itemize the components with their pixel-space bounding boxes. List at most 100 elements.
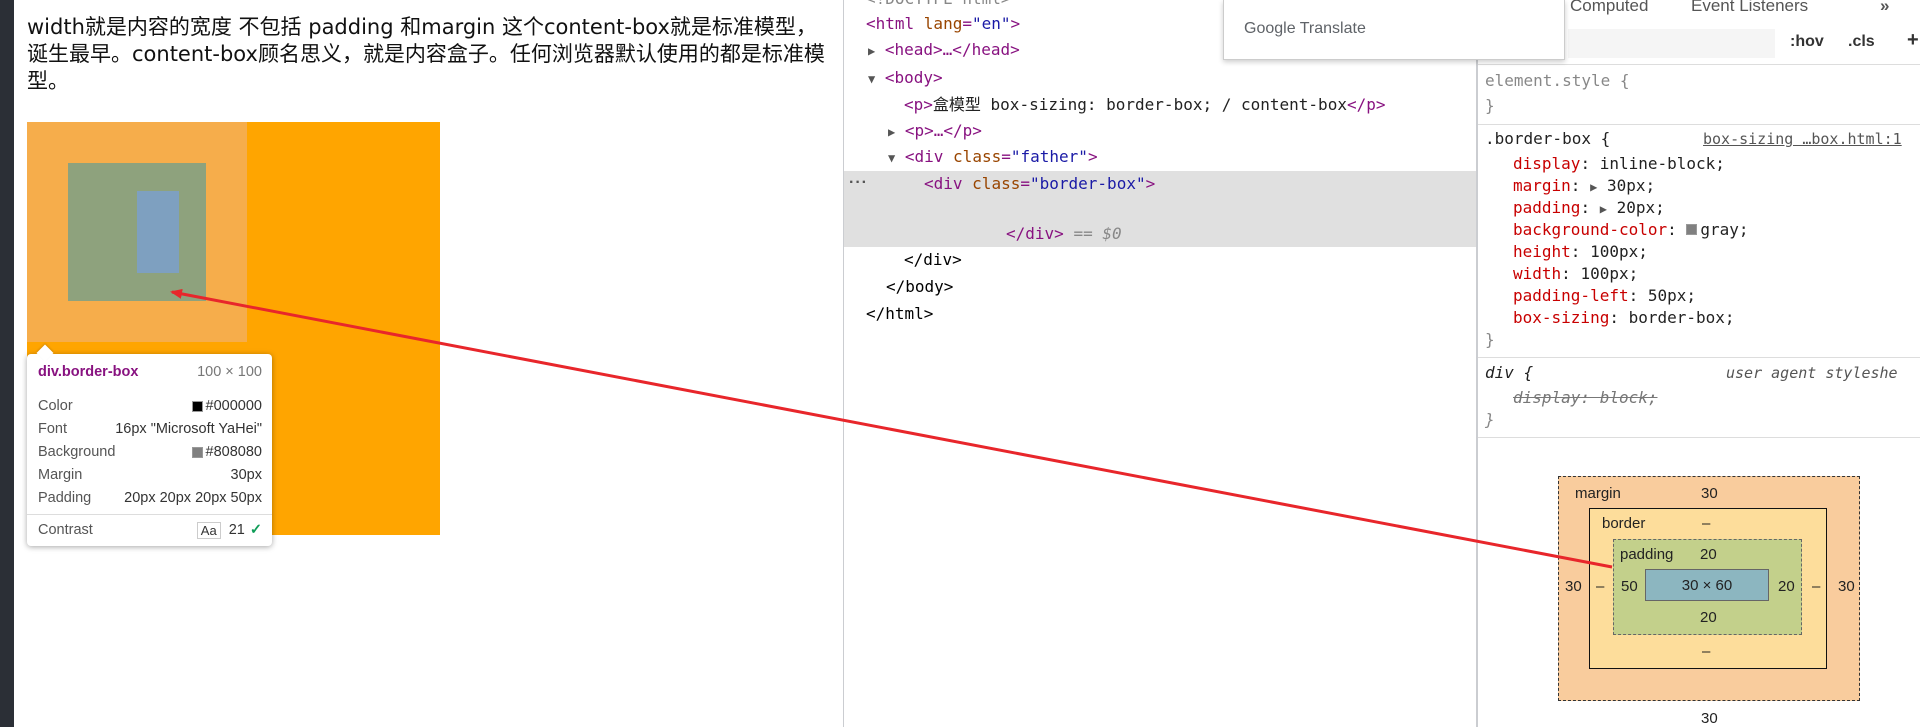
border-top-value[interactable]: –: [1702, 515, 1710, 532]
new-rule-button[interactable]: +: [1907, 29, 1919, 52]
doctype-node[interactable]: <!DOCTYPE html>: [866, 0, 1011, 10]
border-box-node[interactable]: <div class="border-box">: [924, 173, 1155, 195]
translate-label: Google Translate: [1244, 20, 1366, 37]
collapse-triangle-icon[interactable]: ▼: [868, 72, 875, 86]
rendered-page: width就是内容的宽度 不包括 padding 和margin 这个conte…: [14, 0, 843, 727]
padding-right-value[interactable]: 20: [1778, 578, 1795, 595]
ua-source: user agent styleshe: [1726, 364, 1898, 382]
decl-padding[interactable]: padding: ▶ 20px;: [1513, 197, 1665, 219]
tooltip-label: Color: [38, 398, 73, 414]
color-swatch: [191, 400, 203, 412]
tooltip-divider: [27, 514, 272, 515]
google-translate-popup[interactable]: Google Translate: [1223, 0, 1565, 60]
box-model-padding[interactable]: padding 20 20 50 20 30 × 60: [1613, 539, 1802, 635]
rule-divider: [1478, 437, 1920, 438]
body-tag: <body>: [884, 68, 943, 87]
prop-value: border-box;: [1628, 308, 1735, 327]
margin-label: margin: [1575, 485, 1621, 502]
element-style-selector[interactable]: element.style {: [1485, 70, 1630, 92]
decl-background-color[interactable]: background-color: gray;: [1513, 219, 1749, 241]
cls-button[interactable]: .cls: [1848, 33, 1875, 51]
father-class: father: [1020, 147, 1079, 166]
tooltip-row-background: Background #808080: [38, 442, 262, 462]
prop-value: 50px;: [1647, 286, 1697, 305]
tooltip-value: 16px "Microsoft YaHei": [115, 421, 262, 437]
body-close[interactable]: </body>: [886, 276, 953, 298]
head-tag: <head>…</head>: [884, 40, 1020, 59]
more-tabs-icon[interactable]: »: [1880, 0, 1889, 16]
margin-left-value[interactable]: 30: [1565, 578, 1582, 595]
tooltip-row-contrast: Contrast Aa 21 ✓: [38, 520, 262, 540]
content-size: 30 × 60: [1681, 576, 1733, 594]
padding-left-value[interactable]: 50: [1621, 578, 1638, 595]
margin-top-value[interactable]: 30: [1701, 485, 1718, 502]
border-box-selector[interactable]: .border-box {: [1485, 128, 1610, 150]
margin-right-value[interactable]: 30: [1838, 578, 1855, 595]
father-close[interactable]: </div>: [904, 249, 962, 271]
decl-width[interactable]: width: 100px;: [1513, 263, 1638, 285]
html-close[interactable]: </html>: [866, 303, 933, 325]
decl-display-overridden[interactable]: display: block;: [1513, 387, 1658, 409]
prop-name: width: [1513, 264, 1562, 283]
close-brace: }: [1485, 410, 1495, 429]
father-node[interactable]: ▼ <div class="father">: [888, 146, 1098, 168]
ua-div-selector[interactable]: div {: [1485, 362, 1533, 384]
border-label: border: [1602, 515, 1646, 532]
box-model-border[interactable]: border – – – – padding 20 20 50 20 30 × …: [1589, 508, 1827, 669]
border-bottom-value[interactable]: –: [1702, 643, 1710, 660]
rule-divider: [1478, 124, 1920, 125]
p2-node[interactable]: ▶ <p>…</p>: [888, 120, 982, 142]
prop-value: 20px;: [1616, 198, 1665, 217]
more-icon[interactable]: ···: [849, 174, 868, 192]
decl-height[interactable]: height: 100px;: [1513, 241, 1648, 263]
prop-name: box-sizing: [1513, 308, 1610, 327]
rule-source-link[interactable]: box-sizing …box.html:1: [1703, 128, 1902, 150]
margin-bottom-value[interactable]: 30: [1701, 710, 1718, 727]
tooltip-label: Font: [38, 421, 68, 437]
border-right-value[interactable]: –: [1812, 578, 1820, 595]
tooltip-dims: 100 × 100: [197, 364, 262, 380]
prop-value: 100px;: [1580, 264, 1639, 283]
elements-panel: ··· <!DOCTYPE html> <html lang="en"> ▶ <…: [843, 0, 1477, 727]
expand-triangle-icon[interactable]: ▶: [1590, 180, 1597, 194]
body-node[interactable]: ▼ <body>: [868, 67, 943, 89]
decl-padding-left[interactable]: padding-left: 50px;: [1513, 285, 1696, 307]
prop-value: inline-block;: [1599, 154, 1725, 173]
contrast-value: 21: [228, 522, 245, 538]
hov-button[interactable]: :hov: [1790, 33, 1824, 51]
border-left-value[interactable]: –: [1596, 578, 1604, 595]
padding-bottom-value[interactable]: 20: [1700, 609, 1717, 626]
head-node[interactable]: ▶ <head>…</head>: [868, 39, 1020, 61]
selected-marker: == $0: [1073, 224, 1122, 243]
rule-divider: [1478, 64, 1920, 65]
html-node[interactable]: <html lang="en">: [866, 13, 1020, 35]
padding-label: padding: [1620, 546, 1674, 563]
expand-triangle-icon[interactable]: ▶: [1600, 202, 1607, 216]
expand-triangle-icon[interactable]: ▶: [888, 125, 895, 139]
tab-event-listeners[interactable]: Event Listeners: [1691, 0, 1808, 16]
tooltip-row-font: Font 16px "Microsoft YaHei": [38, 419, 262, 439]
tooltip-label: Contrast: [38, 522, 93, 538]
color-swatch[interactable]: [1686, 224, 1698, 235]
tab-computed[interactable]: Computed: [1570, 0, 1648, 16]
p1-node[interactable]: <p>盒模型 box-sizing: border-box; / content…: [904, 94, 1386, 116]
decl-box-sizing[interactable]: box-sizing: border-box;: [1513, 307, 1735, 329]
collapse-triangle-icon[interactable]: ▼: [888, 151, 895, 165]
tooltip-value: 20px 20px 20px 50px: [124, 490, 262, 506]
box-model-content[interactable]: 30 × 60: [1645, 569, 1769, 601]
decl-margin[interactable]: margin: ▶ 30px;: [1513, 175, 1655, 197]
box-model-margin[interactable]: margin 30 30 30 30 border – – – – paddin…: [1558, 476, 1860, 727]
contrast-aa: Aa: [196, 521, 221, 539]
expand-triangle-icon[interactable]: ▶: [868, 44, 875, 58]
close-brace: }: [1485, 330, 1495, 349]
padding-top-value[interactable]: 20: [1700, 546, 1717, 563]
styles-filter-input[interactable]: [1568, 29, 1775, 58]
page-paragraph: width就是内容的宽度 不包括 padding 和margin 这个conte…: [27, 15, 825, 93]
tooltip-value: 30px: [230, 467, 262, 483]
prop-name: padding: [1513, 198, 1581, 217]
styles-panel: Computed Event Listeners » :hov .cls + e…: [1476, 0, 1920, 727]
decl-display[interactable]: display: inline-block;: [1513, 153, 1725, 175]
tooltip-label: Padding: [38, 490, 92, 506]
border-box-close[interactable]: </div> == $0: [1006, 223, 1122, 245]
check-icon: ✓: [249, 522, 262, 538]
